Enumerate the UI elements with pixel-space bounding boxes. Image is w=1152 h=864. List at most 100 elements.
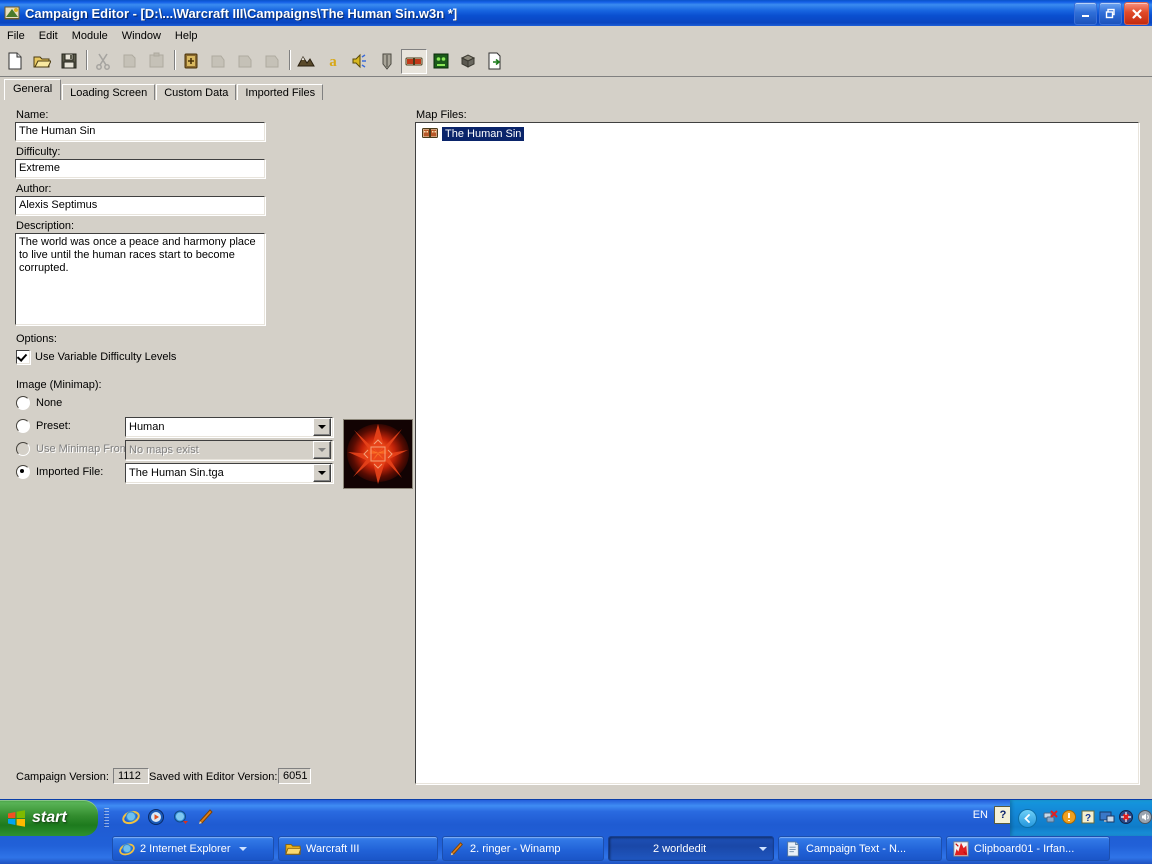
- chevron-down-icon[interactable]: [759, 843, 767, 855]
- sound-editor-icon[interactable]: [347, 49, 373, 74]
- help-tray-icon[interactable]: ?: [1080, 809, 1096, 828]
- menu-module[interactable]: Module: [65, 28, 115, 44]
- chevron-down-icon[interactable]: [313, 418, 331, 436]
- minimap-option-imported-file[interactable]: Imported File:: [16, 465, 103, 479]
- minimap-option-preset[interactable]: Preset:: [16, 419, 71, 433]
- menu-edit[interactable]: Edit: [32, 28, 65, 44]
- menu-help[interactable]: Help: [168, 28, 205, 44]
- new-file-icon[interactable]: [2, 49, 28, 74]
- radio-circle: [16, 442, 30, 456]
- media-player-icon[interactable]: [147, 808, 165, 829]
- campaign-editor-icon[interactable]: [401, 48, 427, 74]
- taskbar-button-label: Campaign Text - N...: [806, 842, 907, 855]
- map-files-tree[interactable]: The Human Sin: [415, 122, 1139, 784]
- close-button[interactable]: [1124, 2, 1149, 25]
- taskbar-button-label: 2 worldedit: [653, 842, 707, 855]
- new-map-icon[interactable]: [178, 49, 204, 74]
- terrain-editor-icon[interactable]: [293, 49, 319, 74]
- minimap-preview-image: [344, 420, 412, 488]
- campaign-version-value: 1112: [113, 768, 149, 784]
- tray-icon-group: ?: [1042, 809, 1152, 828]
- imported-file-combo-value: The Human Sin.tga: [129, 467, 224, 479]
- campaign-version-label: Campaign Version:: [16, 771, 109, 783]
- chevron-down-icon: [313, 441, 331, 459]
- difficulty-input[interactable]: Extreme: [15, 159, 265, 178]
- winamp-icon[interactable]: [197, 808, 215, 829]
- tab-strip: General Loading Screen Custom Data Impor…: [4, 79, 324, 102]
- name-label: Name:: [16, 109, 49, 121]
- window-title: Campaign Editor - [D:\...\Warcraft III\C…: [25, 5, 458, 21]
- network-disconnected-icon[interactable]: [1042, 809, 1058, 828]
- taskbar-button-winamp[interactable]: 2. ringer - Winamp: [442, 836, 604, 861]
- name-input[interactable]: The Human Sin: [15, 122, 265, 141]
- minimize-button[interactable]: [1074, 2, 1097, 25]
- internet-explorer-icon[interactable]: [122, 808, 140, 829]
- menu-window[interactable]: Window: [115, 28, 168, 44]
- menu-file[interactable]: File: [0, 28, 32, 44]
- windows-logo-icon: [7, 809, 26, 828]
- display-properties-icon[interactable]: [1099, 809, 1115, 828]
- taskbar-buttons: 2 Internet Explorer Warcraft III 2. ring…: [112, 836, 1110, 861]
- folder-icon: [285, 841, 302, 857]
- quick-launch-grip[interactable]: [104, 808, 109, 828]
- preset-combo[interactable]: Human: [125, 417, 333, 437]
- language-bar[interactable]: EN ?: [973, 806, 1012, 824]
- ai-editor-icon[interactable]: [428, 49, 454, 74]
- taskbar-button-label: 2. ringer - Winamp: [470, 842, 561, 855]
- use-variable-difficulty-checkbox[interactable]: Use Variable Difficulty Levels: [16, 350, 176, 364]
- radio-circle: [16, 419, 30, 433]
- description-textarea[interactable]: The world was once a peace and harmony p…: [15, 233, 265, 325]
- language-indicator[interactable]: EN: [973, 809, 988, 821]
- minimap-option-use-minimap-from: Use Minimap From:: [16, 442, 132, 456]
- quick-launch-bar: [104, 806, 215, 830]
- open-file-icon[interactable]: [29, 49, 55, 74]
- taskbar-button-irfanview[interactable]: Clipboard01 - Irfan...: [946, 836, 1110, 861]
- notepad-icon: [785, 840, 801, 857]
- window-controls: [1074, 2, 1149, 25]
- main-toolbar: a: [0, 45, 1152, 78]
- map-action-2-icon: [205, 49, 231, 74]
- minimap-label: Image (Minimap):: [16, 379, 102, 391]
- taskbar-button-warcraft-iii[interactable]: Warcraft III: [278, 836, 438, 861]
- winamp-icon: [449, 841, 465, 857]
- save-file-icon[interactable]: [56, 49, 82, 74]
- import-manager-icon[interactable]: [482, 49, 508, 74]
- volume-icon[interactable]: [1137, 809, 1152, 828]
- minimap-option-none[interactable]: None: [16, 396, 62, 410]
- trigger-editor-icon[interactable]: a: [320, 49, 346, 74]
- client-area: General Loading Screen Custom Data Impor…: [0, 77, 1152, 800]
- taskbar-button-worldedit[interactable]: 2 worldedit: [608, 836, 774, 861]
- checkbox-box: [16, 350, 30, 364]
- campaign-editor-icon: [4, 5, 21, 22]
- restore-button[interactable]: [1099, 2, 1122, 25]
- chevron-down-icon[interactable]: [238, 843, 247, 855]
- copy-icon: [117, 49, 143, 74]
- radio-circle: [16, 465, 30, 479]
- radio-circle: [16, 396, 30, 410]
- minimap-option-preset-label: Preset:: [36, 420, 71, 432]
- author-input[interactable]: Alexis Septimus: [15, 196, 265, 215]
- editor-version-label: Saved with Editor Version:: [149, 771, 278, 783]
- object-manager-icon[interactable]: [455, 49, 481, 74]
- map-files-item[interactable]: The Human Sin: [422, 126, 1138, 142]
- tab-general[interactable]: General: [4, 79, 62, 100]
- toolbar-separator: [286, 49, 293, 73]
- system-tray: ?: [1010, 800, 1152, 836]
- minimap-option-imported-file-label: Imported File:: [36, 466, 104, 478]
- chevron-down-icon[interactable]: [313, 464, 331, 482]
- update-shield-icon[interactable]: [1061, 809, 1077, 828]
- author-label: Author:: [16, 183, 52, 195]
- show-hidden-icons-icon[interactable]: [1018, 808, 1037, 828]
- antivirus-icon[interactable]: [1118, 809, 1134, 828]
- taskbar-button-internet-explorer[interactable]: 2 Internet Explorer: [112, 836, 274, 861]
- taskbar-button-label: Clipboard01 - Irfan...: [974, 842, 1075, 855]
- start-button[interactable]: start: [0, 800, 98, 836]
- taskbar-button-campaign-text[interactable]: Campaign Text - N...: [778, 836, 942, 861]
- imported-file-combo[interactable]: The Human Sin.tga: [125, 463, 333, 483]
- use-minimap-from-combo: No maps exist: [125, 440, 333, 460]
- menu-bar: File Edit Module Window Help: [0, 26, 1152, 45]
- map-file-icon: [422, 126, 438, 142]
- browser-refresh-icon[interactable]: [172, 808, 190, 829]
- map-action-3-icon: [232, 49, 258, 74]
- object-editor-icon[interactable]: [374, 49, 400, 74]
